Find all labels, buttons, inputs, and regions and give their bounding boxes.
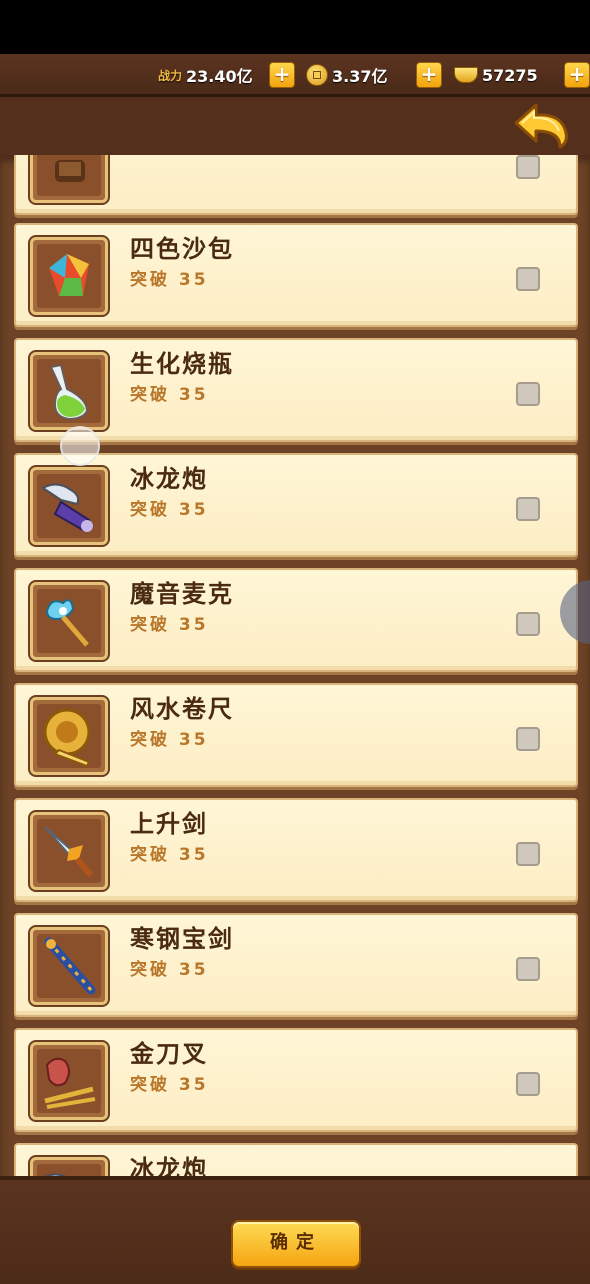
item-name: 魔音麦克 [130, 580, 234, 608]
item-name: 生化烧瓶 [130, 350, 234, 378]
flask-icon [37, 359, 101, 423]
ice-dragon-cannon-icon [37, 474, 101, 538]
item-breakthrough: 突破 35 [130, 730, 209, 750]
rising-sword-icon [37, 819, 101, 883]
item-name: 上升剑 [130, 810, 208, 838]
item-checkbox[interactable] [516, 1072, 540, 1096]
item-breakthrough: 突破 35 [130, 500, 209, 520]
power-value: 23.40亿 [186, 67, 253, 86]
item-name: 寒钢宝剑 [130, 925, 234, 953]
item-breakthrough: 突破 35 [130, 1075, 209, 1095]
magic-mic-icon [37, 589, 101, 653]
item-checkbox[interactable] [516, 497, 540, 521]
bottom-bar: 确定 [0, 1176, 590, 1284]
item-checkbox[interactable] [516, 612, 540, 636]
item-name: 冰龙炮 [130, 465, 208, 493]
item-icon-frame [30, 812, 108, 890]
list-item[interactable]: 魔音麦克 突破 35 [14, 568, 578, 672]
item-breakthrough: 突破 35 [130, 385, 209, 405]
power-plus-button[interactable]: + [269, 62, 295, 88]
item-icon-frame [30, 927, 108, 1005]
list-item[interactable]: 风水卷尺 突破 35 [14, 683, 578, 787]
header [0, 97, 590, 155]
item-checkbox[interactable] [516, 267, 540, 291]
status-bar [0, 0, 590, 54]
list-item[interactable]: 冰龙炮 突破 35 [14, 453, 578, 557]
ingots-plus-button[interactable]: + [564, 62, 590, 88]
coins-plus-button[interactable]: + [416, 62, 442, 88]
list-item[interactable]: 生化烧瓶 突破 35 [14, 338, 578, 442]
item-icon-frame [30, 582, 108, 660]
list-item[interactable]: 上升剑 突破 35 [14, 798, 578, 902]
item-breakthrough: 突破 35 [130, 960, 209, 980]
touch-indicator [60, 426, 100, 466]
list-item[interactable] [14, 155, 578, 215]
list-item[interactable]: 寒钢宝剑 突破 35 [14, 913, 578, 1017]
item-name: 金刀叉 [130, 1040, 208, 1068]
resource-bar: 战力 23.40亿 + 3.37亿 + 57275 + [0, 54, 590, 97]
item-breakthrough: 突破 35 [130, 270, 209, 290]
item-breakthrough: 突破 35 [130, 615, 209, 635]
gold-ingot-icon [454, 67, 478, 83]
item-checkbox[interactable] [516, 842, 540, 866]
sandbag-icon [37, 244, 101, 308]
ingots-display: 57275 [454, 62, 538, 88]
item-checkbox[interactable] [516, 957, 540, 981]
power-label: 战力 [158, 68, 183, 83]
back-arrow-icon [514, 103, 568, 149]
steel-sword-icon [37, 934, 101, 998]
list-item[interactable]: 四色沙包 突破 35 [14, 223, 578, 327]
tape-measure-icon [37, 704, 101, 768]
item-checkbox[interactable] [516, 727, 540, 751]
item-name: 四色沙包 [130, 235, 234, 263]
ingots-value: 57275 [482, 65, 538, 85]
item-icon-frame [30, 237, 108, 315]
back-button[interactable] [512, 101, 572, 151]
coins-display: 3.37亿 [306, 62, 387, 88]
item-list[interactable]: 四色沙包 突破 35 生化烧瓶 突破 35 冰龙炮 突破 35 魔音麦克 突破 … [0, 155, 590, 1185]
item-icon-frame [30, 697, 108, 775]
item-icon-frame [30, 1042, 108, 1120]
list-item[interactable]: 金刀叉 突破 35 [14, 1028, 578, 1132]
item-name: 风水卷尺 [130, 695, 234, 723]
item-icon-frame [30, 352, 108, 430]
power-display: 战力 23.40亿 [158, 62, 253, 88]
item-icon-frame [30, 467, 108, 545]
item-icon-frame [30, 155, 108, 203]
coins-value: 3.37亿 [332, 67, 388, 86]
item-breakthrough: 突破 35 [130, 845, 209, 865]
confirm-button[interactable]: 确定 [231, 1220, 361, 1268]
golden-cutlery-icon [37, 1049, 101, 1113]
coin-icon [306, 64, 328, 86]
scroll-icon [37, 155, 101, 196]
item-checkbox[interactable] [516, 155, 540, 179]
item-checkbox[interactable] [516, 382, 540, 406]
